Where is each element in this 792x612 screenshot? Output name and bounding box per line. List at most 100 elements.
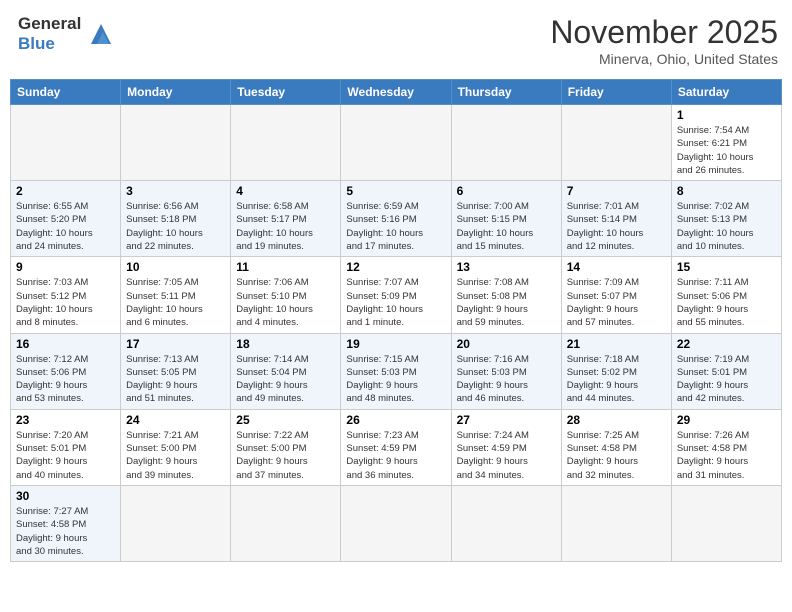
- calendar-cell: 27 Sunrise: 7:24 AM Sunset: 4:59 PM Dayli…: [451, 409, 561, 485]
- day-number: 23: [16, 413, 115, 427]
- day-info: Sunrise: 7:24 AM Sunset: 4:59 PM Dayligh…: [457, 429, 556, 482]
- calendar-week-3: 9 Sunrise: 7:03 AM Sunset: 5:12 PM Daylig…: [11, 257, 782, 333]
- calendar-cell: [671, 485, 781, 561]
- column-header-friday: Friday: [561, 80, 671, 105]
- column-header-monday: Monday: [121, 80, 231, 105]
- calendar-cell: 15 Sunrise: 7:11 AM Sunset: 5:06 PM Dayli…: [671, 257, 781, 333]
- day-info: Sunrise: 7:21 AM Sunset: 5:00 PM Dayligh…: [126, 429, 225, 482]
- day-number: 2: [16, 184, 115, 198]
- calendar-cell: 9 Sunrise: 7:03 AM Sunset: 5:12 PM Daylig…: [11, 257, 121, 333]
- page-header: General Blue November 2025 Minerva, Ohio…: [10, 10, 782, 71]
- day-info: Sunrise: 7:03 AM Sunset: 5:12 PM Dayligh…: [16, 276, 115, 329]
- day-info: Sunrise: 6:55 AM Sunset: 5:20 PM Dayligh…: [16, 200, 115, 253]
- day-number: 20: [457, 337, 556, 351]
- column-header-sunday: Sunday: [11, 80, 121, 105]
- calendar-cell: [341, 485, 451, 561]
- day-info: Sunrise: 7:16 AM Sunset: 5:03 PM Dayligh…: [457, 353, 556, 406]
- calendar-cell: 18Sunrise: 7:14 AM Sunset: 5:04 PM Dayli…: [231, 333, 341, 409]
- calendar-week-6: 30 Sunrise: 7:27 AM Sunset: 4:58 PM Dayli…: [11, 485, 782, 561]
- calendar-cell: [451, 105, 561, 181]
- day-info: Sunrise: 7:22 AM Sunset: 5:00 PM Dayligh…: [236, 429, 335, 482]
- day-number: 5: [346, 184, 445, 198]
- day-number: 11: [236, 260, 335, 274]
- column-header-wednesday: Wednesday: [341, 80, 451, 105]
- calendar-cell: 20 Sunrise: 7:16 AM Sunset: 5:03 PM Dayli…: [451, 333, 561, 409]
- calendar-table: SundayMondayTuesdayWednesdayThursdayFrid…: [10, 79, 782, 562]
- day-number: 4: [236, 184, 335, 198]
- calendar-cell: 12 Sunrise: 7:07 AM Sunset: 5:09 PM Dayli…: [341, 257, 451, 333]
- day-number: 19: [346, 337, 445, 351]
- day-number: 8: [677, 184, 776, 198]
- calendar-week-2: 2 Sunrise: 6:55 AM Sunset: 5:20 PM Daylig…: [11, 181, 782, 257]
- calendar-cell: [231, 105, 341, 181]
- day-number: 24: [126, 413, 225, 427]
- day-number: 14: [567, 260, 666, 274]
- day-info: Sunrise: 7:27 AM Sunset: 4:58 PM Dayligh…: [16, 505, 115, 558]
- day-info: Sunrise: 7:11 AM Sunset: 5:06 PM Dayligh…: [677, 276, 776, 329]
- calendar-cell: [121, 105, 231, 181]
- calendar-cell: 17 Sunrise: 7:13 AM Sunset: 5:05 PM Dayli…: [121, 333, 231, 409]
- calendar-cell: 1Sunrise: 7:54 AM Sunset: 6:21 PM Daylig…: [671, 105, 781, 181]
- calendar-cell: 7Sunrise: 7:01 AM Sunset: 5:14 PM Daylig…: [561, 181, 671, 257]
- day-info: Sunrise: 7:05 AM Sunset: 5:11 PM Dayligh…: [126, 276, 225, 329]
- day-number: 6: [457, 184, 556, 198]
- calendar-cell: 19Sunrise: 7:15 AM Sunset: 5:03 PM Dayli…: [341, 333, 451, 409]
- day-number: 22: [677, 337, 776, 351]
- calendar-week-4: 16Sunrise: 7:12 AM Sunset: 5:06 PM Dayli…: [11, 333, 782, 409]
- day-number: 17: [126, 337, 225, 351]
- day-info: Sunrise: 7:13 AM Sunset: 5:05 PM Dayligh…: [126, 353, 225, 406]
- calendar-cell: 2 Sunrise: 6:55 AM Sunset: 5:20 PM Daylig…: [11, 181, 121, 257]
- header-row: SundayMondayTuesdayWednesdayThursdayFrid…: [11, 80, 782, 105]
- calendar-cell: 22Sunrise: 7:19 AM Sunset: 5:01 PM Dayli…: [671, 333, 781, 409]
- calendar-cell: 23 Sunrise: 7:20 AM Sunset: 5:01 PM Dayli…: [11, 409, 121, 485]
- day-info: Sunrise: 7:09 AM Sunset: 5:07 PM Dayligh…: [567, 276, 666, 329]
- calendar-cell: 5 Sunrise: 6:59 AM Sunset: 5:16 PM Daylig…: [341, 181, 451, 257]
- calendar-cell: [561, 105, 671, 181]
- calendar-cell: 8 Sunrise: 7:02 AM Sunset: 5:13 PM Daylig…: [671, 181, 781, 257]
- day-number: 28: [567, 413, 666, 427]
- calendar-header: SundayMondayTuesdayWednesdayThursdayFrid…: [11, 80, 782, 105]
- day-info: Sunrise: 7:02 AM Sunset: 5:13 PM Dayligh…: [677, 200, 776, 253]
- calendar-week-5: 23 Sunrise: 7:20 AM Sunset: 5:01 PM Dayli…: [11, 409, 782, 485]
- day-info: Sunrise: 7:07 AM Sunset: 5:09 PM Dayligh…: [346, 276, 445, 329]
- day-number: 27: [457, 413, 556, 427]
- calendar-cell: 25Sunrise: 7:22 AM Sunset: 5:00 PM Dayli…: [231, 409, 341, 485]
- month-title: November 2025: [550, 14, 778, 51]
- day-number: 13: [457, 260, 556, 274]
- day-number: 26: [346, 413, 445, 427]
- calendar-cell: 16Sunrise: 7:12 AM Sunset: 5:06 PM Dayli…: [11, 333, 121, 409]
- day-number: 30: [16, 489, 115, 503]
- day-number: 29: [677, 413, 776, 427]
- day-info: Sunrise: 7:25 AM Sunset: 4:58 PM Dayligh…: [567, 429, 666, 482]
- calendar-cell: 21Sunrise: 7:18 AM Sunset: 5:02 PM Dayli…: [561, 333, 671, 409]
- day-number: 1: [677, 108, 776, 122]
- day-number: 21: [567, 337, 666, 351]
- column-header-tuesday: Tuesday: [231, 80, 341, 105]
- logo: General Blue: [18, 14, 119, 53]
- day-info: Sunrise: 7:00 AM Sunset: 5:15 PM Dayligh…: [457, 200, 556, 253]
- day-info: Sunrise: 6:58 AM Sunset: 5:17 PM Dayligh…: [236, 200, 335, 253]
- calendar-cell: 26Sunrise: 7:23 AM Sunset: 4:59 PM Dayli…: [341, 409, 451, 485]
- calendar-cell: [451, 485, 561, 561]
- day-info: Sunrise: 7:08 AM Sunset: 5:08 PM Dayligh…: [457, 276, 556, 329]
- title-block: November 2025 Minerva, Ohio, United Stat…: [550, 14, 778, 67]
- day-info: Sunrise: 7:01 AM Sunset: 5:14 PM Dayligh…: [567, 200, 666, 253]
- day-number: 16: [16, 337, 115, 351]
- calendar-cell: 28 Sunrise: 7:25 AM Sunset: 4:58 PM Dayli…: [561, 409, 671, 485]
- day-number: 9: [16, 260, 115, 274]
- calendar-cell: 13 Sunrise: 7:08 AM Sunset: 5:08 PM Dayli…: [451, 257, 561, 333]
- day-number: 18: [236, 337, 335, 351]
- day-number: 3: [126, 184, 225, 198]
- calendar-cell: [231, 485, 341, 561]
- day-info: Sunrise: 6:59 AM Sunset: 5:16 PM Dayligh…: [346, 200, 445, 253]
- column-header-saturday: Saturday: [671, 80, 781, 105]
- calendar-cell: 10Sunrise: 7:05 AM Sunset: 5:11 PM Dayli…: [121, 257, 231, 333]
- day-number: 12: [346, 260, 445, 274]
- calendar-cell: [11, 105, 121, 181]
- calendar-cell: 11Sunrise: 7:06 AM Sunset: 5:10 PM Dayli…: [231, 257, 341, 333]
- day-number: 15: [677, 260, 776, 274]
- day-info: Sunrise: 7:20 AM Sunset: 5:01 PM Dayligh…: [16, 429, 115, 482]
- column-header-thursday: Thursday: [451, 80, 561, 105]
- calendar-cell: 4 Sunrise: 6:58 AM Sunset: 5:17 PM Daylig…: [231, 181, 341, 257]
- generalblue-icon: [83, 16, 119, 52]
